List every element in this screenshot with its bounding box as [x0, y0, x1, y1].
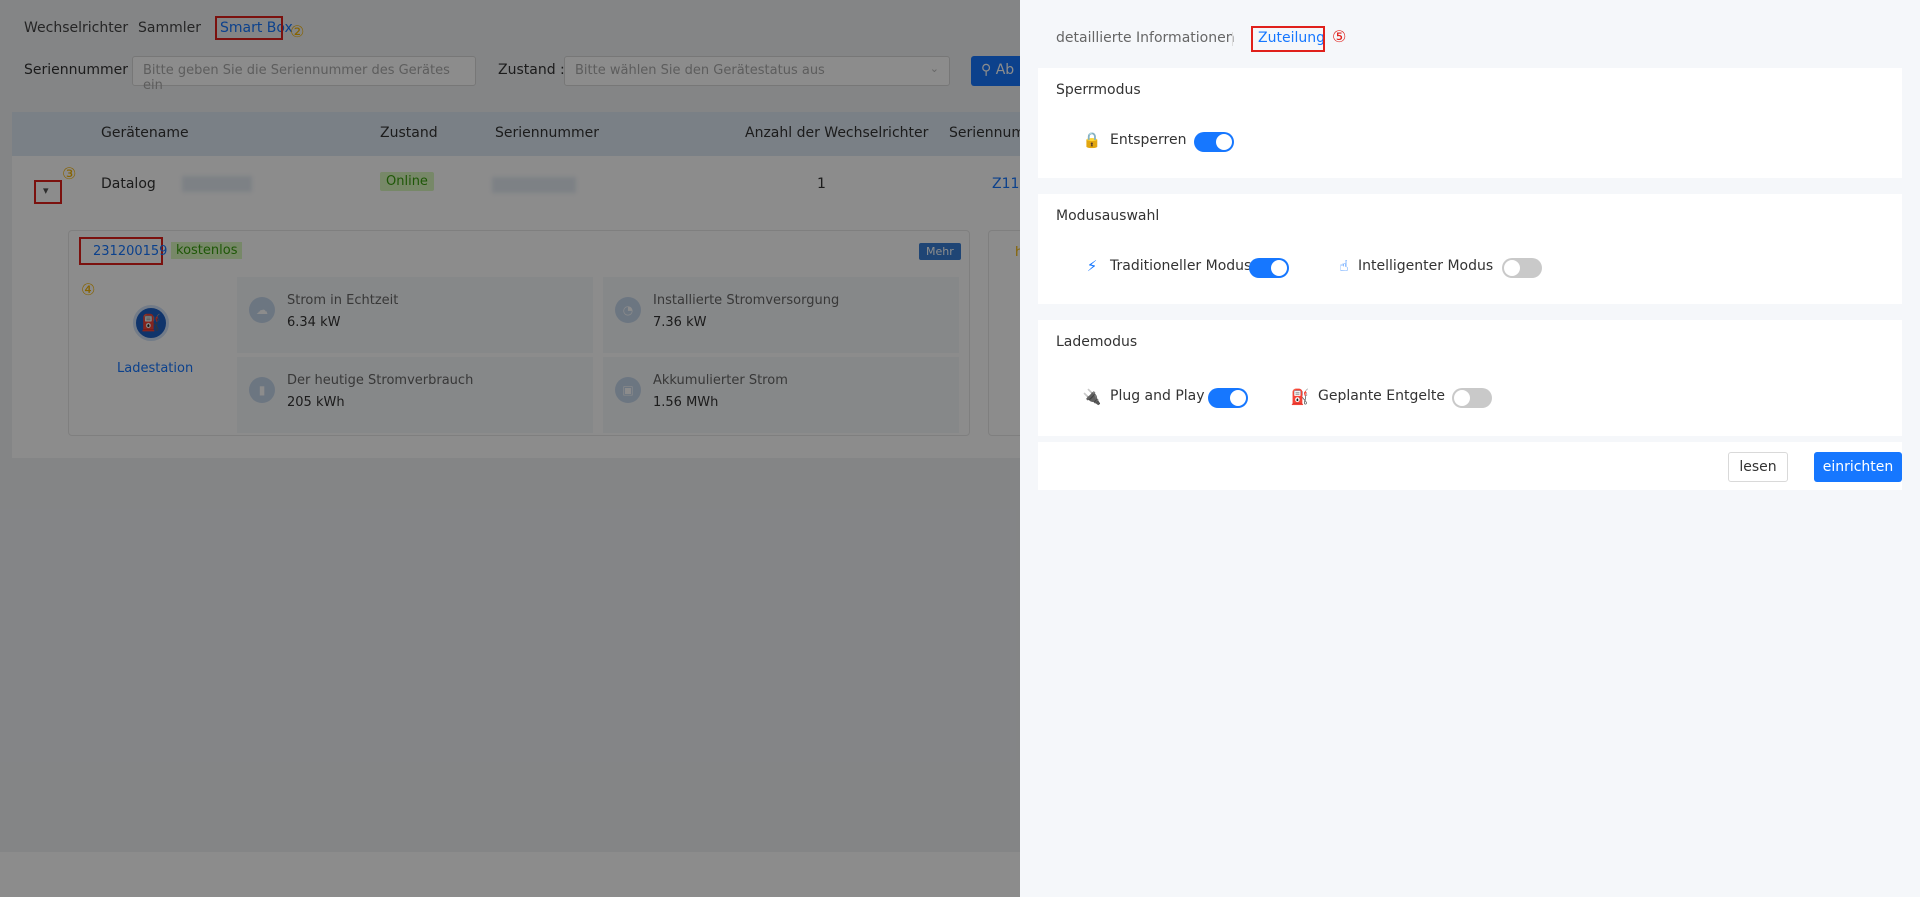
option-label: Traditioneller Modus	[1110, 258, 1252, 274]
fuel-pump-icon: ⛽	[1290, 388, 1310, 406]
section-lock-mode: Sperrmodus 🔒 Entsperren	[1038, 68, 1902, 178]
tab-divider	[1232, 32, 1233, 46]
lock-icon: 🔒	[1082, 131, 1102, 149]
manual-mode-icon: ⚡	[1086, 257, 1098, 275]
section-title: Sperrmodus	[1056, 82, 1141, 98]
section-charging-mode: Lademodus 🔌 Plug and Play ⛽ Geplante Ent…	[1038, 320, 1902, 436]
drawer-footer: lesen einrichten	[1038, 442, 1902, 490]
smart-mode-icon: ☝	[1339, 257, 1349, 275]
section-title: Modusauswahl	[1056, 208, 1160, 224]
drawer-tabs: detaillierte Informationen Zuteilung ⑤	[1020, 0, 1920, 68]
scheduled-charges-toggle[interactable]	[1452, 388, 1492, 408]
tab-detailed-info[interactable]: detaillierte Informationen	[1056, 30, 1235, 46]
option-label: Geplante Entgelte	[1318, 388, 1445, 404]
setup-button[interactable]: einrichten	[1814, 452, 1902, 482]
unlock-toggle[interactable]	[1194, 132, 1234, 152]
read-button[interactable]: lesen	[1728, 452, 1788, 482]
option-label: Intelligenter Modus	[1358, 258, 1494, 274]
highlight-box	[1251, 26, 1325, 52]
settings-drawer: detaillierte Informationen Zuteilung ⑤ S…	[1020, 0, 1920, 897]
section-title: Lademodus	[1056, 334, 1138, 350]
option-label: Entsperren	[1110, 132, 1187, 148]
smart-mode-toggle[interactable]	[1502, 258, 1542, 278]
traditional-mode-toggle[interactable]	[1249, 258, 1289, 278]
section-mode-selection: Modusauswahl ⚡ Traditioneller Modus ☝ In…	[1038, 194, 1902, 304]
step-marker: ⑤	[1332, 27, 1347, 46]
option-label: Plug and Play	[1110, 388, 1205, 404]
plug-and-play-toggle[interactable]	[1208, 388, 1248, 408]
plug-icon: 🔌	[1082, 388, 1102, 406]
